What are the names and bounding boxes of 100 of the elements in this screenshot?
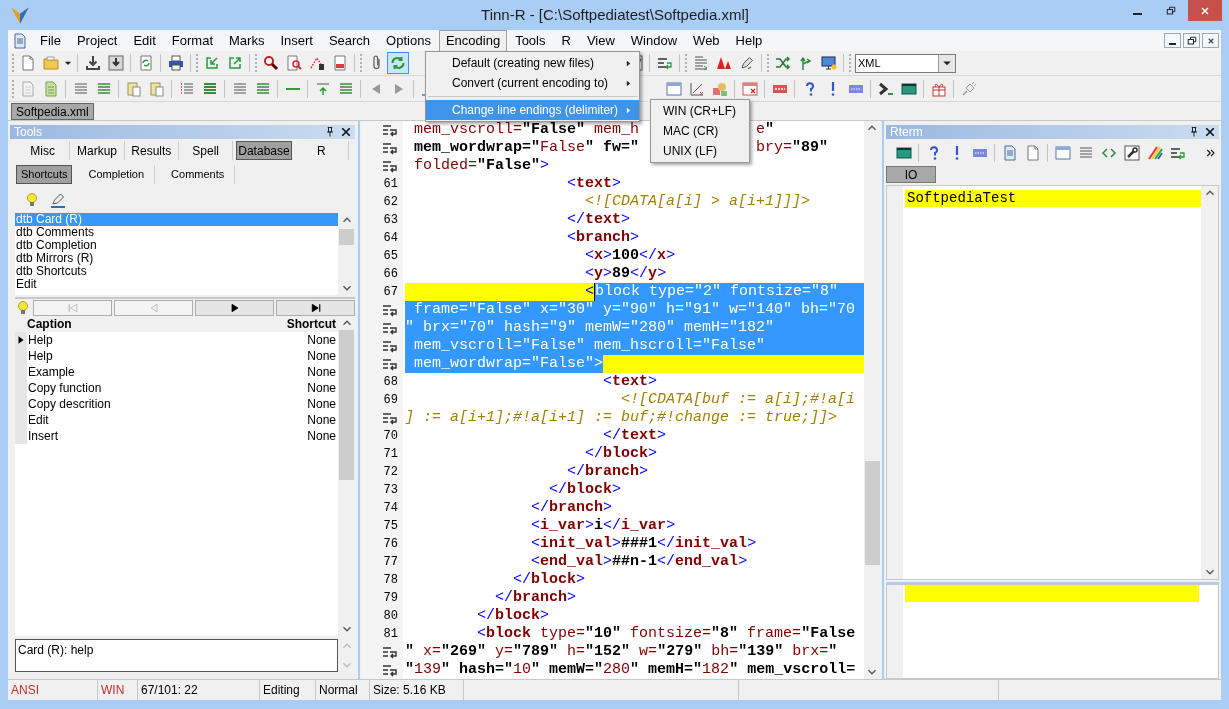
lines-icon[interactable] [692, 55, 709, 71]
menu-item[interactable]: Convert (current encoding to) [426, 73, 639, 93]
wrap-icon[interactable] [656, 55, 673, 71]
menu-item[interactable]: View [578, 30, 623, 51]
document-tab[interactable]: Softpedia.xml [11, 103, 94, 120]
page-icon[interactable] [331, 55, 348, 71]
list-item[interactable]: dtb Completion [15, 239, 338, 252]
stripes-icon[interactable] [1146, 144, 1163, 161]
page-icon[interactable] [1024, 144, 1041, 161]
menu-item[interactable]: File [32, 30, 69, 51]
scroll-thumb[interactable] [864, 461, 880, 565]
menu-item[interactable]: Help [727, 30, 771, 51]
menu-item[interactable]: Web [685, 30, 728, 51]
bulb-icon[interactable] [15, 299, 31, 316]
clipboard-icon[interactable] [148, 80, 165, 97]
column-header: Shortcut [286, 316, 337, 333]
list-item[interactable]: dtb Mirrors (R) [15, 252, 338, 265]
pen-icon[interactable] [50, 191, 66, 208]
printer-icon[interactable] [167, 55, 184, 71]
page-icon[interactable] [1001, 144, 1018, 161]
plug-icon[interactable] [960, 80, 977, 97]
page-search-icon[interactable] [285, 55, 302, 71]
page-icon[interactable] [19, 55, 36, 71]
tab[interactable]: R [294, 141, 349, 160]
tab[interactable]: Spell [179, 141, 234, 160]
menu-item[interactable]: Project [68, 30, 126, 51]
pin-icon[interactable] [324, 126, 336, 138]
menu-item[interactable]: Marks [221, 30, 273, 51]
lines-icon[interactable] [337, 80, 354, 97]
branch-arrow-icon[interactable] [797, 55, 814, 71]
menu-item[interactable]: R [553, 30, 579, 51]
close-icon[interactable] [340, 126, 352, 138]
code-line: </block> [584, 445, 659, 463]
shapes-icon[interactable] [711, 80, 728, 97]
list-item[interactable]: dtb Shortcuts [15, 265, 338, 278]
language-dropdown[interactable]: XML [855, 53, 956, 73]
window-icon[interactable] [1054, 144, 1071, 161]
close-icon[interactable] [1204, 126, 1216, 138]
memo-field[interactable]: Card (R): help [15, 639, 338, 672]
menu-item[interactable]: Encoding [438, 30, 508, 51]
menu-item[interactable]: Insert [272, 30, 321, 51]
tab[interactable]: Comments [161, 165, 236, 184]
box-arrow-icon[interactable] [203, 55, 220, 71]
menu-item[interactable]: WIN (CR+LF) [651, 101, 749, 121]
menu-item[interactable]: MAC (CR) [651, 121, 749, 141]
shuffle-icon[interactable] [774, 55, 791, 71]
download-icon[interactable] [84, 55, 101, 71]
terminal-icon[interactable] [900, 80, 917, 97]
tab[interactable]: Misc [16, 141, 71, 160]
pin-icon[interactable] [1188, 126, 1200, 138]
pen-icon[interactable] [738, 55, 755, 71]
line-number: 78 [383, 572, 398, 589]
clipboard-icon[interactable] [125, 80, 142, 97]
toggle-button[interactable] [387, 52, 409, 74]
lines-icon[interactable] [231, 80, 248, 97]
search-icon[interactable] [262, 55, 279, 71]
tab[interactable]: Results [124, 141, 179, 160]
close-button[interactable] [1202, 33, 1219, 48]
lines-icon[interactable] [1077, 144, 1094, 161]
menu-item[interactable]: Tools [507, 30, 554, 51]
lines-icon[interactable] [95, 80, 112, 97]
tray-icon[interactable] [107, 55, 124, 71]
dotted-arrow-icon[interactable] [308, 55, 325, 71]
lines-icon[interactable] [72, 80, 89, 97]
nav-button[interactable] [195, 299, 274, 316]
tab[interactable]: Completion [78, 165, 156, 184]
page-arrows-icon[interactable] [137, 55, 154, 71]
menu-item[interactable]: Search [320, 30, 379, 51]
list-icon[interactable] [178, 80, 195, 97]
menu-item[interactable]: Format [163, 30, 221, 51]
list-item[interactable]: dtb Comments [15, 226, 338, 239]
wrench-icon[interactable] [1123, 144, 1140, 161]
menu-item[interactable]: Window [622, 30, 686, 51]
terminal-icon[interactable] [895, 144, 912, 161]
tab[interactable]: IO [886, 166, 936, 183]
arrow-up-icon[interactable] [314, 80, 331, 97]
chart-icon[interactable] [688, 80, 705, 97]
lines-icon[interactable] [254, 80, 271, 97]
box-arrow-icon[interactable] [226, 55, 243, 71]
bulb-icon[interactable] [24, 191, 40, 208]
window-close-icon[interactable] [741, 80, 758, 97]
list-icon[interactable] [201, 80, 218, 97]
scroll-thumb[interactable] [339, 229, 354, 245]
list-item[interactable]: Edit [15, 278, 338, 291]
menu-item[interactable]: UNIX (LF) [651, 141, 749, 161]
prompt-icon[interactable] [877, 80, 894, 97]
tab[interactable]: Shortcuts [16, 165, 73, 184]
restore-button[interactable] [1183, 33, 1200, 48]
nav-button[interactable] [276, 299, 355, 316]
monitor-icon[interactable] [820, 55, 837, 71]
window-icon[interactable] [665, 80, 682, 97]
menu-item[interactable]: Edit [125, 30, 164, 51]
minimize-button[interactable] [1164, 33, 1181, 48]
tab[interactable]: Markup [70, 141, 125, 160]
wrap-arrow-icon [382, 338, 398, 354]
tab[interactable]: Database [236, 141, 292, 160]
menu-item[interactable]: Default (creating new files) [426, 53, 639, 73]
menu-item[interactable]: Options [378, 30, 439, 51]
scroll-thumb[interactable] [339, 330, 354, 480]
triangles-icon[interactable] [715, 55, 732, 71]
